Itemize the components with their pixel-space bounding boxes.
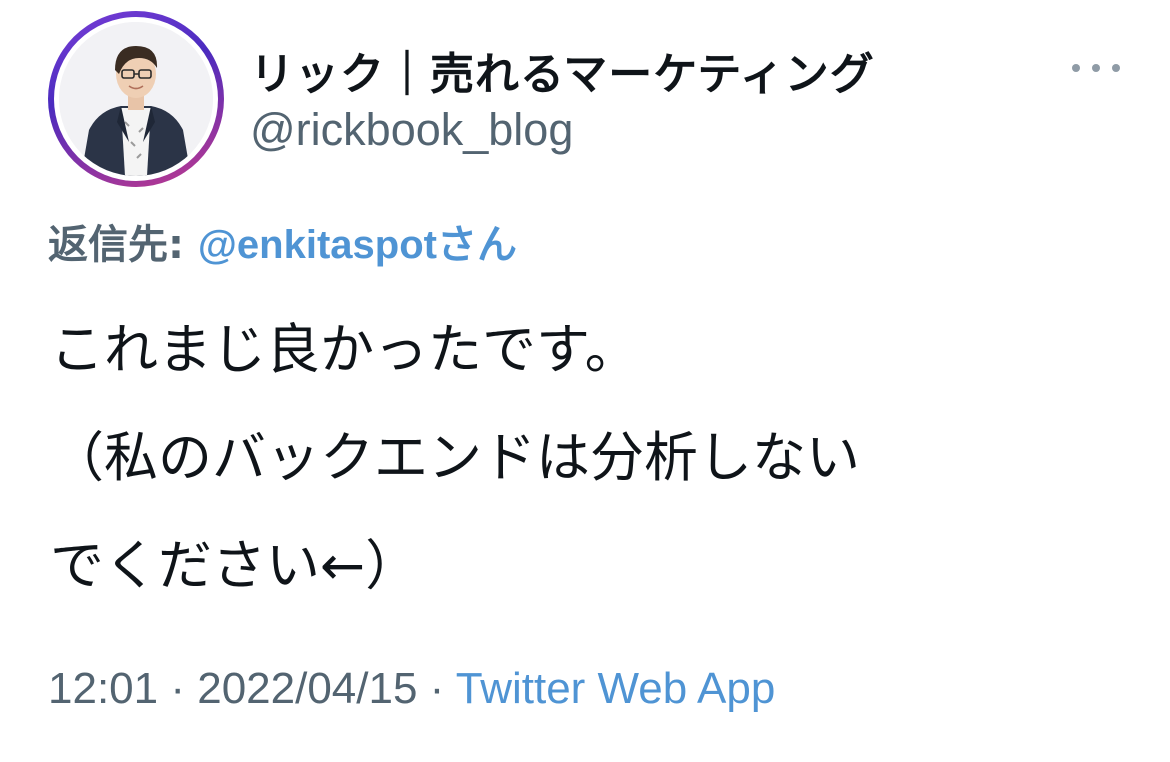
more-horizontal-icon: [1072, 64, 1080, 72]
reply-mention-link[interactable]: @enkitaspotさん: [198, 223, 517, 267]
tweet-metadata: 12:01 · 2022/04/15 · Twitter Web App: [48, 664, 775, 714]
more-horizontal-icon-dot: [1112, 64, 1120, 72]
tweet-text-line: （私のバックエンドは分析しない: [50, 426, 860, 489]
tweet-text-line: これまじ良かったです。: [50, 318, 639, 381]
meta-separator: ·: [158, 664, 198, 713]
avatar-ring-gap: [54, 17, 218, 181]
reply-prefix: 返信先:: [48, 222, 198, 268]
tweet-time[interactable]: 12:01: [48, 664, 158, 713]
user-handle[interactable]: @rickbook_blog: [250, 104, 573, 156]
avatar[interactable]: [48, 11, 224, 187]
person-photo-icon: [59, 22, 213, 176]
tweet-date[interactable]: 2022/04/15: [197, 664, 417, 713]
reply-context: 返信先: @enkitaspotさん: [48, 212, 517, 270]
display-name[interactable]: リック｜売れるマーケティング: [250, 38, 875, 102]
more-options-button[interactable]: [1072, 54, 1120, 82]
profile-photo: [59, 22, 213, 176]
tweet-text: これまじ良かったです。 （私のバックエンドは分析しない でください←）: [50, 296, 1130, 620]
tweet-source-link[interactable]: Twitter Web App: [456, 664, 776, 713]
more-horizontal-icon-dot: [1092, 64, 1100, 72]
tweet-card: リック｜売れるマーケティング @rickbook_blog 返信先: @enki…: [0, 0, 1170, 762]
meta-separator: ·: [417, 664, 456, 713]
tweet-text-line: でください←）: [50, 534, 420, 597]
